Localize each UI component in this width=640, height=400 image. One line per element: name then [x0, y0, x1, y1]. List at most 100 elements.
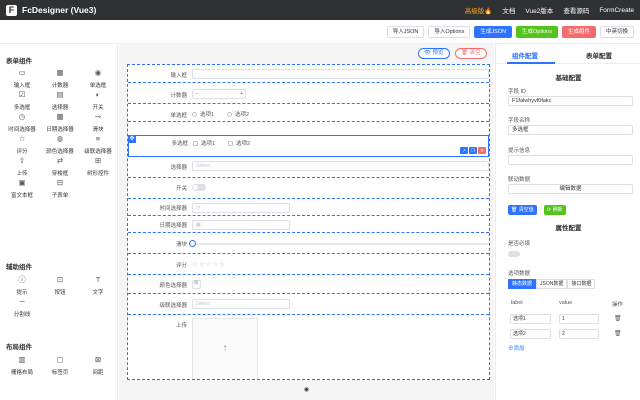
component-item-0-8[interactable]: ⊸ 滑块: [81, 112, 115, 133]
component-label: 选择器: [51, 105, 69, 111]
counter-stepper[interactable]: − +: [192, 89, 246, 99]
component-item-0-13[interactable]: ⇄ 穿梭框: [43, 156, 77, 177]
component-item-1-1[interactable]: ⊡ 按钮: [43, 275, 77, 296]
tab-json-data[interactable]: JSON数据: [536, 279, 568, 289]
component-item-2-0[interactable]: ▥ 栅格布局: [5, 355, 39, 376]
nav-docs[interactable]: 文档: [502, 5, 515, 15]
component-item-0-0[interactable]: ▭ 输入框: [5, 68, 39, 89]
component-item-2-1[interactable]: ▢ 标签页: [43, 355, 77, 376]
component-item-0-9[interactable]: ☆ 评分: [5, 134, 39, 155]
component-item-0-4[interactable]: ▤ 选择器: [43, 90, 77, 111]
tab-static-data[interactable]: 静态数据: [508, 279, 537, 289]
component-item-1-3[interactable]: ─ 分割线: [5, 297, 39, 318]
minus-icon[interactable]: −: [196, 91, 199, 97]
row-cascader[interactable]: 级联选择器 Select: [128, 295, 489, 315]
component-item-0-3[interactable]: ☑ 多选框: [5, 90, 39, 111]
row-counter[interactable]: 计数器 − +: [128, 84, 489, 104]
option-2-value-input[interactable]: 2: [559, 329, 599, 339]
delete-field-icon[interactable]: ✕: [478, 147, 486, 154]
component-item-0-10[interactable]: ◍ 颜色选择器: [43, 134, 77, 155]
time-picker[interactable]: ◷: [192, 203, 290, 213]
row-date[interactable]: 日期选择器 ▦: [128, 217, 489, 233]
chevron-down-icon: ⌄: [480, 162, 485, 168]
nav-formcreate[interactable]: FormCreate: [599, 7, 634, 14]
nav-vue2[interactable]: Vue2版本: [525, 5, 553, 15]
select-input[interactable]: Select ⌄: [192, 161, 489, 171]
copy-field-icon[interactable]: ↗: [460, 147, 468, 154]
star-rating-icon[interactable]: ☆☆☆☆☆: [192, 260, 226, 268]
lang-switch-button[interactable]: 中英切换: [599, 26, 634, 38]
label-slider: 滑块: [175, 242, 187, 248]
nav-premium[interactable]: 高级版🔥: [465, 5, 493, 15]
component-item-0-6[interactable]: ◷ 时间选择器: [5, 112, 39, 133]
row-select[interactable]: 选择器 Select ⌄: [128, 158, 489, 178]
component-item-1-0[interactable]: ⓘ 提示: [5, 275, 39, 296]
import-options-button[interactable]: 导入Options: [428, 26, 471, 38]
edit-linkage-button[interactable]: 编辑数据: [508, 184, 633, 194]
row-checkbox-selected[interactable]: ✥ 多选框 选项1 选项2 ↗ ❐ ✕: [128, 135, 489, 157]
component-item-2-2[interactable]: ⊠ 间距: [81, 355, 115, 376]
hint-input[interactable]: [508, 155, 633, 165]
form-canvas[interactable]: 输入框 计数器 − + 单选框 选项1 选项2 ✥ 多选框 选项1 选项2 ↗ …: [127, 64, 490, 380]
component-item-0-12[interactable]: ⇧ 上传: [5, 156, 39, 177]
component-item-0-5[interactable]: ◐ 开关: [81, 90, 115, 111]
checkbox-option-1[interactable]: 选项1: [193, 139, 215, 147]
row-input[interactable]: 输入框: [128, 65, 489, 83]
checkbox-option-2-label: 选项2: [236, 141, 251, 147]
radio-option-2[interactable]: 选项2: [227, 110, 249, 118]
add-option-button[interactable]: ⊕添加: [508, 344, 525, 352]
component-item-0-15[interactable]: ▣ 富文本框: [5, 178, 39, 199]
component-item-0-16[interactable]: ⊟ 子表单: [43, 178, 77, 199]
slider-handle[interactable]: [189, 240, 196, 247]
field-name-input[interactable]: 多选框: [508, 125, 633, 135]
text-input[interactable]: [192, 69, 489, 79]
option-2-label-input[interactable]: 选项2: [510, 329, 551, 339]
clear-value-button[interactable]: 🗑 清空值: [508, 205, 537, 215]
duplicate-field-icon[interactable]: ❐: [469, 147, 477, 154]
tab-component-config[interactable]: 组件配置: [512, 50, 538, 60]
row-time[interactable]: 时间选择器 ◷: [128, 200, 489, 216]
row-slider[interactable]: 滑块: [128, 234, 489, 254]
date-picker[interactable]: ▦: [192, 220, 290, 230]
refresh-button[interactable]: ⟳ 刷新: [544, 205, 566, 215]
trash-icon[interactable]: 🗑: [614, 315, 622, 322]
option-1-value-input[interactable]: 1: [559, 314, 599, 324]
component-label: 开关: [92, 105, 104, 111]
row-upload[interactable]: 上传 ↑: [128, 316, 489, 379]
trash-icon[interactable]: 🗑: [614, 330, 622, 337]
gen-component-button[interactable]: 生成组件: [561, 26, 596, 38]
slider-track[interactable]: [192, 243, 489, 245]
gen-json-button[interactable]: 生成JSON: [474, 26, 512, 38]
component-item-0-7[interactable]: ▦ 日期选择器: [43, 112, 77, 133]
gen-options-button[interactable]: 生成Options: [516, 26, 558, 38]
cascader-input[interactable]: Select: [192, 299, 290, 309]
nav-source[interactable]: 查看源码: [563, 5, 589, 15]
radio-option-1[interactable]: 选项1: [192, 110, 214, 118]
color-picker[interactable]: ⊞: [192, 280, 201, 289]
checkbox-option-2[interactable]: 选项2: [228, 139, 250, 147]
preview-button[interactable]: 👁 预览: [418, 48, 450, 59]
required-label: 是否必填: [508, 241, 531, 247]
field-id-input[interactable]: F1falwhyvf0fakc: [508, 96, 633, 106]
tab-api-data[interactable]: 接口数据: [567, 279, 596, 289]
plus-icon[interactable]: +: [240, 90, 243, 98]
tab-form-config[interactable]: 表单配置: [586, 50, 612, 60]
import-json-button[interactable]: 导入JSON: [386, 26, 425, 38]
switch-toggle[interactable]: [192, 184, 206, 191]
row-color[interactable]: 颜色选择器 ⊞: [128, 276, 489, 294]
cascader-placeholder: Select: [196, 301, 210, 307]
component-item-0-1[interactable]: ▦ 计数器: [43, 68, 77, 89]
option-1-label-input[interactable]: 选项1: [510, 314, 551, 324]
component-item-0-11[interactable]: ≡ 级联选择器: [81, 134, 115, 155]
required-switch[interactable]: [508, 251, 520, 257]
clear-button[interactable]: 🗑 清空: [455, 48, 487, 59]
options-label: 选项数据: [508, 271, 531, 277]
row-radio[interactable]: 单选框 选项1 选项2: [128, 105, 489, 122]
upload-dropzone[interactable]: ↑: [192, 318, 258, 379]
row-switch[interactable]: 开关: [128, 179, 489, 199]
component-item-0-14[interactable]: ⊞ 树形控件: [81, 156, 115, 177]
github-icon[interactable]: ◉: [119, 386, 494, 393]
component-item-0-2[interactable]: ◉ 单选框: [81, 68, 115, 89]
component-item-1-2[interactable]: T 文字: [81, 275, 115, 296]
row-rate[interactable]: 评分 ☆☆☆☆☆: [128, 255, 489, 275]
